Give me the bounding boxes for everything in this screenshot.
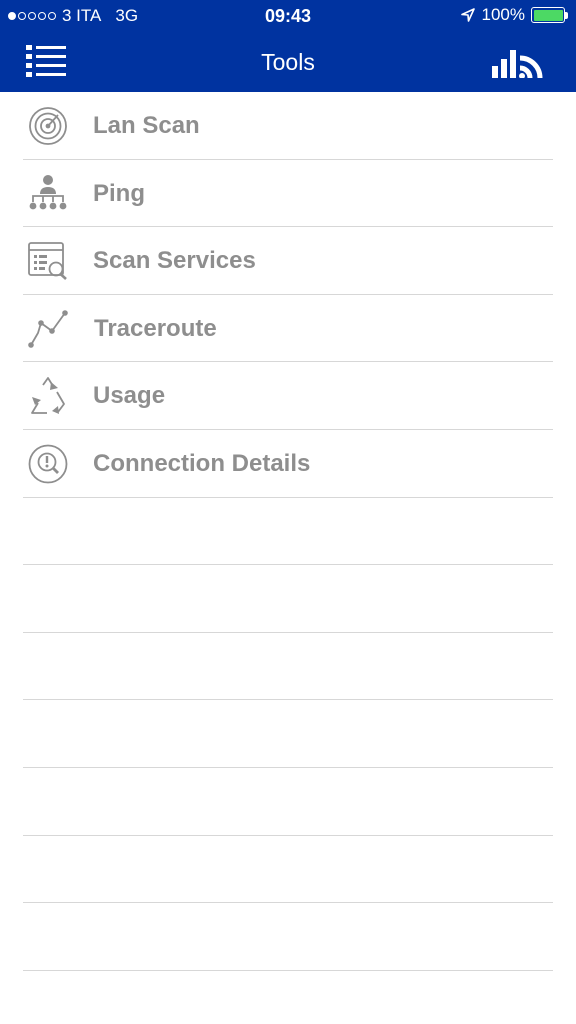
- signal-wifi-icon[interactable]: [492, 44, 550, 78]
- tool-item-scan-services[interactable]: Scan Services: [23, 227, 553, 295]
- ping-network-icon: [29, 174, 67, 209]
- status-bar: 3 ITA 3G 09:43 100%: [0, 0, 576, 32]
- tool-label: Lan Scan: [93, 112, 200, 139]
- recycle-icon: [31, 377, 65, 415]
- tool-label: Traceroute: [94, 314, 217, 342]
- tool-label: Ping: [93, 179, 145, 207]
- tools-list: Lan Scan Ping Scan Services Traceroute U…: [0, 92, 576, 971]
- battery-icon: [531, 7, 568, 23]
- empty-row: [23, 565, 553, 633]
- empty-row: [23, 836, 553, 904]
- empty-row: [23, 903, 553, 971]
- empty-row: [23, 633, 553, 701]
- empty-row: [23, 700, 553, 768]
- tool-label: Scan Services: [93, 247, 256, 275]
- empty-row: [23, 498, 553, 566]
- location-arrow-icon: [460, 8, 475, 22]
- empty-row: [23, 768, 553, 836]
- scan-services-icon: [28, 242, 67, 281]
- tool-item-usage[interactable]: Usage: [23, 362, 553, 430]
- tool-label: Connection Details: [93, 449, 311, 477]
- tool-item-traceroute[interactable]: Traceroute: [23, 295, 553, 363]
- connection-details-icon: [28, 444, 68, 484]
- tool-item-lan-scan[interactable]: Lan Scan: [23, 92, 553, 160]
- status-bar-right: 100%: [460, 5, 568, 25]
- navigation-bar: Tools: [0, 32, 576, 92]
- traceroute-icon: [28, 309, 68, 348]
- page-title: Tools: [261, 49, 315, 75]
- tool-label: Usage: [93, 382, 166, 410]
- battery-percent: 100%: [481, 5, 525, 24]
- radar-icon: [29, 107, 67, 145]
- tool-item-ping[interactable]: Ping: [23, 160, 553, 228]
- tool-item-connection-details[interactable]: Connection Details: [23, 430, 553, 498]
